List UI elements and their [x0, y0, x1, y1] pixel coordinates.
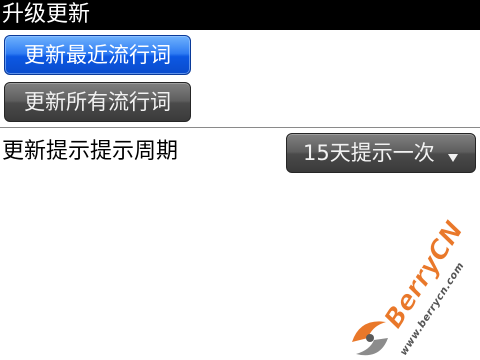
- update-all-words-button[interactable]: 更新所有流行词: [4, 82, 191, 122]
- watermark-brand: BerryCN: [379, 216, 470, 334]
- screen-title: 升级更新: [2, 2, 91, 27]
- title-bar: 升级更新: [0, 0, 480, 30]
- update-recent-words-button[interactable]: 更新最近流行词: [4, 35, 191, 75]
- watermark-url: www.berrycn.com: [398, 260, 466, 357]
- divider: [0, 127, 480, 128]
- reminder-period-value: 15天提示一次: [303, 141, 435, 165]
- dropdown-arrow-icon: [447, 148, 459, 162]
- berrycn-logo-icon: [352, 321, 388, 356]
- reminder-period-label: 更新提示提示周期: [2, 139, 179, 164]
- reminder-period-dropdown[interactable]: 15天提示一次: [286, 133, 476, 173]
